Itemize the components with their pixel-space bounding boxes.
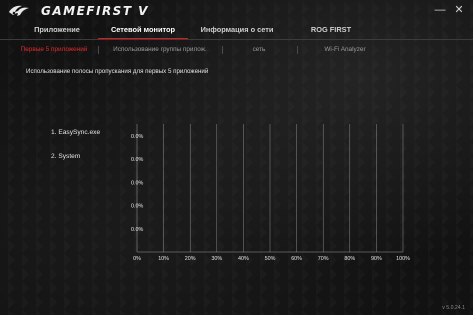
x-tick-label: 60%: [291, 256, 302, 262]
bar-value-label: 0.0%: [131, 134, 143, 140]
x-tick-label: 90%: [371, 256, 382, 262]
x-tick-label: 50%: [265, 256, 276, 262]
bar-value-label: 0.0%: [131, 180, 143, 186]
x-tick-label: 30%: [211, 256, 222, 262]
x-tick-label: 80%: [344, 256, 355, 262]
bar-value-label: 0.0%: [131, 227, 143, 233]
x-tick-label: 70%: [318, 256, 329, 262]
bandwidth-chart: 0% 10% 20% 30% 40% 50% 60% 70% 80% 90% 100% 0.0% 0.0…: [131, 124, 410, 262]
bar-value-label: 0.0%: [131, 157, 143, 163]
version-label: v 5.0.24.1: [442, 305, 465, 311]
bar-value-label: 0.0%: [131, 204, 143, 210]
x-tick-label: 20%: [185, 256, 196, 262]
x-tick-label: 100%: [396, 256, 410, 262]
x-tick-label: 0%: [133, 256, 141, 262]
app-window: GAMEFIRST V — ✕ Приложение Сетевой монит…: [0, 0, 473, 315]
x-tick-label: 10%: [158, 256, 169, 262]
x-tick-label: 40%: [238, 256, 249, 262]
